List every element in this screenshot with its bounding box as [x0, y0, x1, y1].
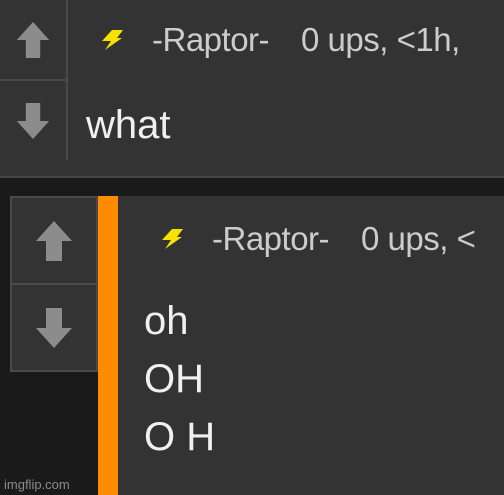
author-link[interactable]: -Raptor-	[152, 21, 270, 59]
comment-text-line: oh	[144, 299, 189, 343]
comment-text: what	[86, 96, 171, 154]
arrow-down-icon	[16, 102, 50, 139]
comment-text-line: what	[86, 103, 171, 147]
arrow-up-icon	[36, 220, 72, 261]
author-link[interactable]: -Raptor-	[212, 220, 330, 258]
comment-header: -Raptor- 0 ups, <1h,	[96, 14, 460, 66]
downvote-button[interactable]	[12, 283, 96, 370]
reply-comment: -Raptor- 0 ups, < oh OH O H	[10, 196, 504, 495]
comment-meta: 0 ups, <	[361, 220, 476, 257]
comment-text: oh OH O H	[144, 292, 215, 466]
vote-column	[0, 0, 68, 160]
comment: -Raptor- 0 ups, <1h, what	[0, 0, 504, 178]
arrow-down-icon	[36, 307, 72, 348]
arrow-up-icon	[16, 21, 50, 58]
flair	[156, 227, 186, 251]
reply-highlight-bar	[98, 196, 118, 495]
upvote-button[interactable]	[0, 0, 66, 79]
watermark: imgflip.com	[4, 477, 70, 492]
comment-body-panel: -Raptor- 0 ups, < oh OH O H	[98, 196, 504, 495]
comment-header: -Raptor- 0 ups, <	[156, 212, 476, 266]
comment-text-line: OH	[144, 357, 204, 401]
vote-column	[10, 196, 98, 372]
lightning-icon	[162, 229, 183, 249]
downvote-button[interactable]	[0, 79, 66, 160]
comment-meta: 0 ups, <1h,	[301, 21, 460, 58]
flair	[96, 28, 126, 52]
comment-text-line: O H	[144, 415, 216, 459]
lightning-icon	[102, 30, 123, 50]
upvote-button[interactable]	[12, 198, 96, 283]
